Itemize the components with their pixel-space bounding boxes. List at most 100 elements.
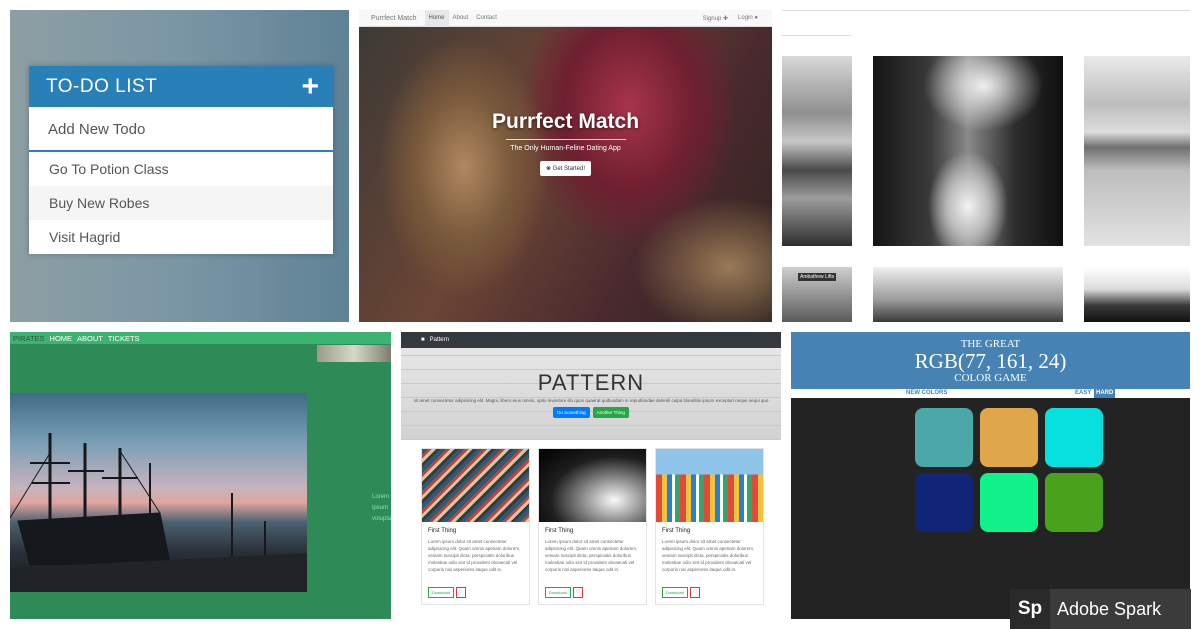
divider	[782, 35, 852, 36]
color-square[interactable]	[980, 473, 1038, 532]
rgb-game-panel: THE GREAT RGB(77, 161, 24) COLOR GAME NE…	[791, 332, 1190, 619]
hero-title: Purrfect Match	[491, 110, 640, 133]
pirates-navbar: PIRATES HOME ABOUT TICKETS	[10, 332, 391, 344]
side-text-line: volupta	[372, 516, 391, 522]
new-todo-input[interactable]: Add New Todo	[29, 107, 333, 152]
nav-about[interactable]: ABOUT	[77, 334, 103, 343]
color-square[interactable]	[915, 473, 973, 532]
navbar-brand[interactable]: Purrfect Match	[359, 15, 425, 22]
gallery-photo-lifts[interactable]: Ambathew Lifts	[782, 267, 852, 322]
nav-contact[interactable]: Contact	[472, 10, 501, 27]
login-label: Login	[738, 14, 753, 21]
todo-list: Go To Potion Class Buy New Robes Visit H…	[29, 152, 333, 254]
gallery-photo-beach[interactable]	[1084, 56, 1190, 246]
download-button[interactable]: Download	[428, 587, 454, 598]
hero: Purrfect Match The Only Human-Feline Dat…	[359, 110, 772, 176]
card-image	[539, 449, 646, 522]
signup-label: Signup	[702, 15, 722, 22]
nav-about[interactable]: About	[449, 10, 473, 27]
jumbotron-buttons: Do Something Another Thing	[401, 407, 781, 418]
color-square[interactable]	[1045, 473, 1103, 532]
pattern-lead: sit amet consectetur adipisicing elit. M…	[413, 398, 769, 403]
todo-title: TO-DO LIST	[46, 75, 158, 97]
color-square[interactable]	[980, 408, 1038, 467]
card-actions: Download ♡	[428, 587, 467, 598]
user-plus-icon: ✚	[722, 15, 729, 22]
nav-tickets[interactable]: TICKETS	[108, 334, 140, 343]
login-link[interactable]: Login ●	[738, 15, 758, 22]
pattern-navbar: ■ Pattern	[401, 332, 781, 348]
pattern-jumbotron: PATTERN sit amet consectetur adipisicing…	[401, 348, 781, 440]
color-square[interactable]	[915, 408, 973, 467]
pattern-card: First Thing Lorem ipsum dolor sit amet c…	[655, 448, 764, 605]
card-actions: Download ♡	[662, 587, 701, 598]
pattern-card: First Thing Lorem ipsum dolor sit amet c…	[421, 448, 530, 605]
hero-divider	[505, 139, 626, 140]
gallery-photo-lake[interactable]	[782, 56, 852, 246]
card-image	[656, 449, 763, 522]
paw-icon: ❀	[545, 166, 551, 172]
todo-item[interactable]: Go To Potion Class	[29, 152, 333, 186]
signup-link[interactable]: Signup ✚	[703, 15, 728, 22]
gallery-photo-waterfall[interactable]	[873, 56, 1063, 246]
color-square[interactable]	[1045, 408, 1103, 467]
pattern-brand[interactable]: Pattern	[430, 337, 449, 343]
card-title: First Thing	[428, 528, 457, 534]
thumbnail-image	[317, 345, 391, 362]
card-title: First Thing	[662, 528, 691, 534]
pirate-ship-photo	[10, 393, 307, 592]
card-text: Lorem ipsum dolor sit amet consectetur a…	[662, 539, 755, 572]
get-started-button[interactable]: ❀ Get Started!	[539, 161, 592, 176]
lifts-sign: Ambathew Lifts	[798, 273, 837, 281]
camera-icon: ■	[421, 337, 425, 343]
another-thing-button[interactable]: Another Thing	[592, 407, 629, 418]
header-line-3: COLOR GAME	[954, 372, 1027, 384]
nav-home[interactable]: HOME	[50, 334, 73, 343]
card-title: First Thing	[545, 528, 574, 534]
divider	[782, 10, 1190, 11]
nav-home[interactable]: Home	[424, 10, 449, 27]
hero-subtitle: The Only Human-Feline Dating App	[510, 145, 621, 152]
download-button[interactable]: Download	[662, 587, 688, 598]
download-button[interactable]: Download	[545, 587, 571, 598]
card-text: Lorem ipsum dolor sit amet consectetur a…	[428, 539, 521, 572]
todo-item[interactable]: Visit Hagrid	[29, 220, 333, 254]
gallery-panel: Ambathew Lifts	[782, 10, 1190, 322]
heart-icon[interactable]: ♡	[689, 587, 701, 598]
pirates-panel: PIRATES HOME ABOUT TICKETS Lorem ipsum v…	[10, 332, 391, 619]
rgb-target: RGB(77, 161, 24)	[914, 349, 1067, 373]
gallery-photo-silhouette[interactable]	[873, 267, 1063, 322]
side-text-line: ipsum	[372, 505, 389, 511]
plus-icon[interactable]: +	[301, 71, 319, 102]
do-something-button[interactable]: Do Something	[553, 407, 590, 418]
todo-card: TO-DO LIST + Add New Todo Go To Potion C…	[29, 66, 333, 254]
ship-silhouette	[10, 433, 307, 592]
heart-icon[interactable]: ♡	[455, 587, 467, 598]
todo-header: TO-DO LIST +	[29, 66, 333, 107]
gallery-photo-building[interactable]	[1084, 267, 1190, 322]
rgb-header: THE GREAT RGB(77, 161, 24) COLOR GAME	[791, 332, 1190, 389]
card-actions: Download ♡	[545, 587, 584, 598]
get-started-label: Get Started!	[552, 166, 586, 172]
user-icon: ●	[754, 14, 758, 21]
side-text-line: Lorem	[372, 494, 390, 500]
todo-item[interactable]: Buy New Robes	[29, 186, 333, 220]
purrfect-navbar: Purrfect Match Home About Contact Signup…	[359, 10, 772, 27]
hard-button[interactable]: HARD	[1094, 389, 1116, 398]
card-image	[422, 449, 529, 522]
easy-button[interactable]: EASY	[1075, 390, 1091, 396]
heart-icon[interactable]: ♡	[572, 587, 584, 598]
pattern-title: PATTERN	[537, 370, 645, 395]
pirates-brand[interactable]: PIRATES	[13, 334, 45, 343]
nav-right: Signup ✚ Login ●	[703, 15, 772, 22]
spark-logo-icon: Sp	[1010, 589, 1050, 629]
purrfect-panel: Purrfect Match Home About Contact Signup…	[359, 10, 772, 322]
watermark-text: Adobe Spark	[1057, 598, 1162, 619]
controls-stripe: NEW COLORS EASY HARD	[791, 389, 1190, 398]
pattern-card: First Thing Lorem ipsum dolor sit amet c…	[538, 448, 647, 605]
todo-panel: TO-DO LIST + Add New Todo Go To Potion C…	[10, 10, 349, 322]
adobe-spark-watermark: Sp Adobe Spark	[1010, 589, 1191, 629]
new-colors-button[interactable]: NEW COLORS	[906, 390, 947, 396]
side-text: Lorem ipsum volupta	[372, 492, 391, 525]
pattern-panel: ■ Pattern PATTERN sit amet consectetur a…	[401, 332, 781, 619]
